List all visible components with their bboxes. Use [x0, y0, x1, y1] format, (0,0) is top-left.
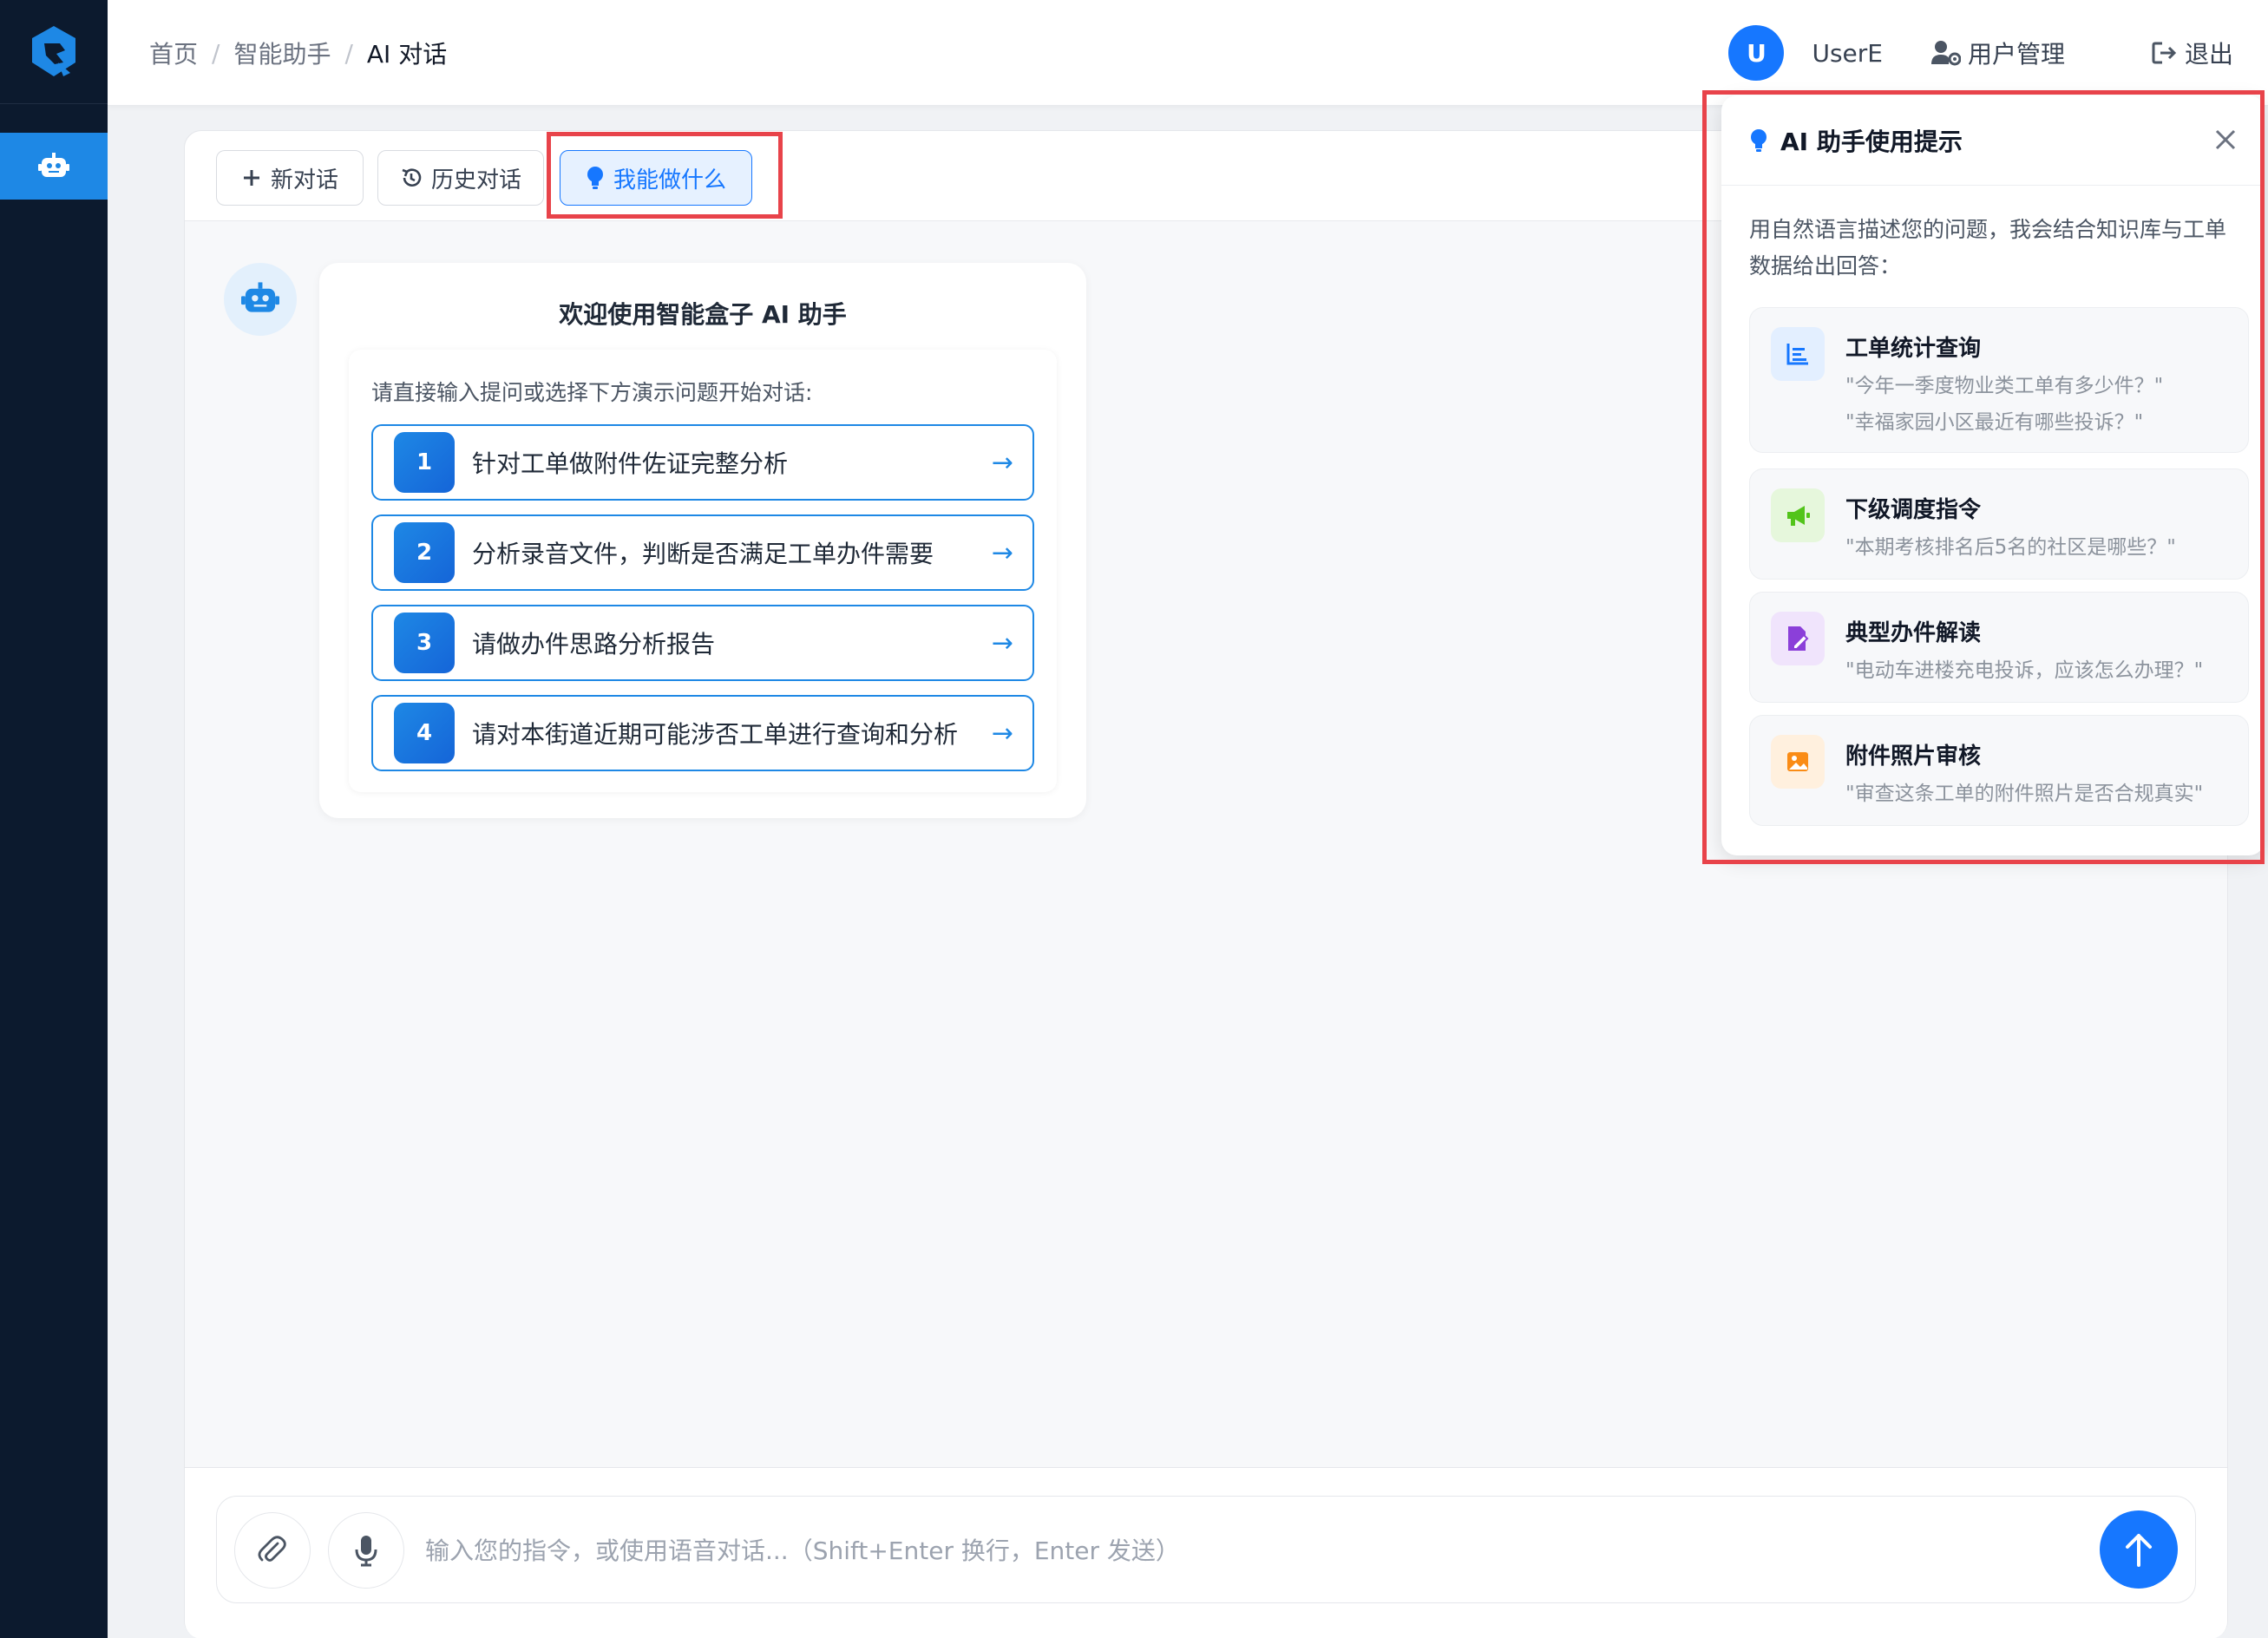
- attach-button[interactable]: [234, 1512, 311, 1589]
- username[interactable]: UserE: [1812, 39, 1883, 68]
- logo[interactable]: [0, 0, 108, 104]
- avatar[interactable]: U: [1728, 25, 1785, 81]
- user-management-link[interactable]: 用户管理: [1930, 36, 2065, 70]
- breadcrumb-separator: /: [212, 38, 220, 68]
- chat-input[interactable]: [425, 1523, 1987, 1578]
- question-text: 分析录音文件，判断是否满足工单办件需要: [472, 540, 934, 568]
- question-number: 2: [394, 522, 455, 583]
- question-number: 1: [394, 432, 455, 493]
- sidebar-item-ai-assistant[interactable]: [0, 133, 108, 200]
- voice-button[interactable]: [328, 1512, 404, 1589]
- arrow-right-icon: →: [991, 537, 1013, 568]
- logout-button[interactable]: 退出: [2152, 36, 2233, 70]
- history-label: 历史对话: [430, 167, 521, 193]
- welcome-title: 欢迎使用智能盒子 AI 助手: [559, 300, 847, 329]
- question-number: 4: [394, 703, 455, 763]
- plus-icon: [243, 170, 259, 186]
- bot-avatar: [224, 263, 297, 336]
- robot-icon: [38, 152, 69, 177]
- question-text: 请做办件思路分析报告: [472, 630, 716, 658]
- breadcrumb-current: AI 对话: [366, 40, 448, 69]
- history-button[interactable]: 历史对话: [377, 150, 544, 206]
- demo-question-3[interactable]: 3 请做办件思路分析报告 →: [371, 605, 1034, 681]
- input-area: [185, 1467, 2227, 1638]
- arrow-right-icon: →: [991, 627, 1013, 658]
- arrow-right-icon: →: [991, 447, 1013, 478]
- capabilities-highlight-box: [547, 132, 783, 219]
- question-text: 请对本街道近期可能涉否工单进行查询和分析: [472, 720, 959, 749]
- demo-question-1[interactable]: 1 针对工单做附件佐证完整分析 →: [371, 424, 1034, 501]
- breadcrumb-separator: /: [344, 38, 353, 68]
- user-gear-icon: [1930, 41, 1961, 66]
- robot-icon: [241, 282, 279, 312]
- logout-label: 退出: [2184, 40, 2233, 69]
- welcome-message: 欢迎使用智能盒子 AI 助手 请直接输入提问或选择下方演示问题开始对话: 1 针…: [319, 263, 1086, 818]
- new-chat-label: 新对话: [270, 167, 338, 193]
- paperclip-icon: [258, 1536, 286, 1562]
- demo-question-4[interactable]: 4 请对本街道近期可能涉否工单进行查询和分析 →: [371, 695, 1034, 771]
- logo-icon: [32, 25, 75, 76]
- chat-input-box: [216, 1496, 2196, 1603]
- demo-questions-hint: 请直接输入提问或选择下方演示问题开始对话:: [371, 380, 813, 405]
- tips-panel-highlight-box: [1702, 90, 2265, 864]
- history-icon: [402, 168, 422, 187]
- breadcrumb: 首页 / 智能助手 / AI 对话: [149, 0, 447, 106]
- sidebar: [0, 0, 108, 1638]
- microphone-icon: [355, 1536, 377, 1567]
- question-text: 针对工单做附件佐证完整分析: [472, 449, 789, 478]
- breadcrumb-assistant[interactable]: 智能助手: [233, 36, 331, 70]
- arrow-up-icon: [2126, 1534, 2152, 1567]
- user-management-label: 用户管理: [1967, 40, 2065, 69]
- demo-questions-card: 请直接输入提问或选择下方演示问题开始对话: 1 针对工单做附件佐证完整分析 → …: [349, 350, 1057, 792]
- arrow-right-icon: →: [991, 717, 1013, 749]
- send-button[interactable]: [2100, 1510, 2178, 1589]
- logout-icon: [2152, 42, 2177, 64]
- demo-question-2[interactable]: 2 分析录音文件，判断是否满足工单办件需要 →: [371, 514, 1034, 591]
- new-chat-button[interactable]: 新对话: [216, 150, 364, 206]
- question-number: 3: [394, 613, 455, 673]
- breadcrumb-home[interactable]: 首页: [149, 36, 198, 70]
